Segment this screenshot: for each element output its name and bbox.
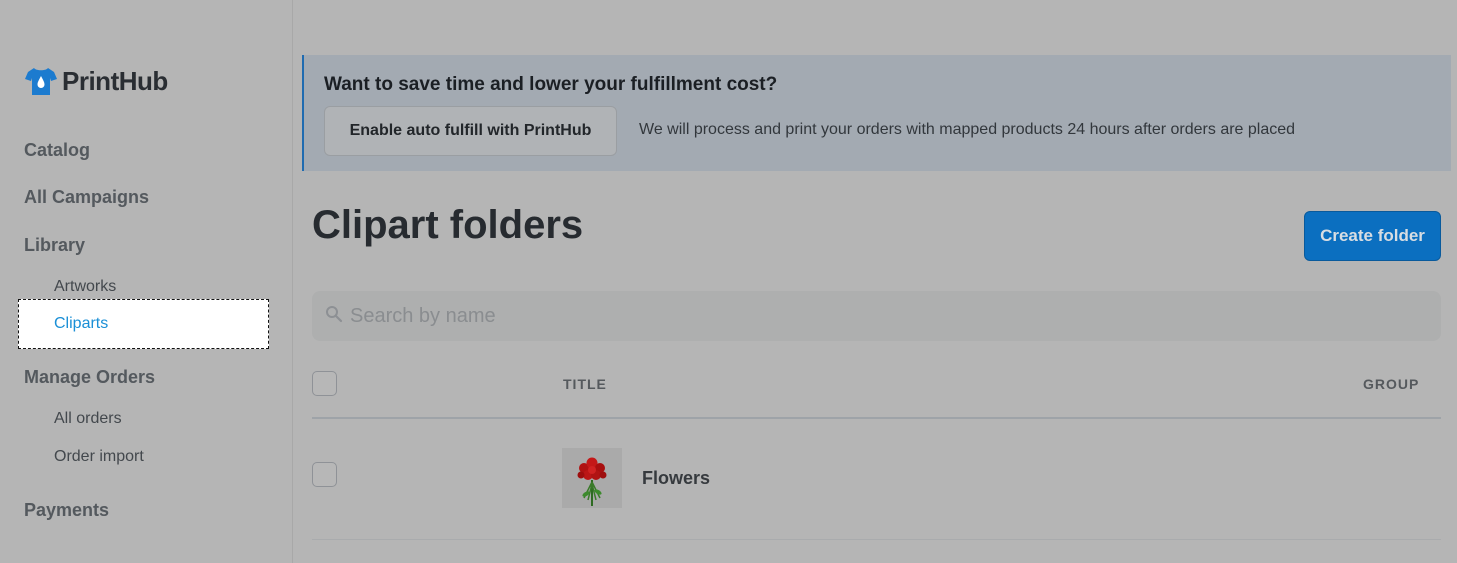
banner-title: Want to save time and lower your fulfill… <box>324 74 778 95</box>
search-bar <box>312 291 1441 341</box>
column-group-header[interactable]: GROUP <box>1363 376 1419 392</box>
nav-artworks[interactable]: Artworks <box>54 278 116 296</box>
nav-all-orders[interactable]: All orders <box>54 410 122 428</box>
banner-description: We will process and print your orders wi… <box>639 121 1296 138</box>
row-checkbox[interactable] <box>312 462 337 487</box>
rose-bouquet-icon <box>577 457 607 506</box>
create-folder-button[interactable]: Create folder <box>1304 211 1441 261</box>
row-divider <box>312 539 1441 540</box>
enable-auto-fulfill-button[interactable]: Enable auto fulfill with PrintHub <box>324 106 617 156</box>
brand-logo[interactable]: PrintHub <box>24 64 168 98</box>
column-title-header[interactable]: TITLE <box>563 376 607 392</box>
tshirt-logo-icon <box>25 68 57 95</box>
search-icon <box>326 306 343 323</box>
page-title: Clipart folders <box>312 203 584 247</box>
auto-fulfill-banner: Want to save time and lower your fulfill… <box>302 55 1451 171</box>
brand-name: PrintHub <box>62 65 168 96</box>
nav-library[interactable]: Library <box>24 235 85 256</box>
flowers-thumbnail[interactable] <box>562 448 622 508</box>
select-all-checkbox[interactable] <box>312 371 337 396</box>
row-title-flowers[interactable]: Flowers <box>642 468 710 489</box>
nav-catalog[interactable]: Catalog <box>24 140 90 161</box>
nav-all-campaigns[interactable]: All Campaigns <box>24 187 149 208</box>
sidebar: PrintHub Catalog All Campaigns Library A… <box>0 0 293 563</box>
table-header-divider <box>312 417 1441 419</box>
nav-order-import[interactable]: Order import <box>54 448 144 466</box>
search-input[interactable] <box>350 291 1430 341</box>
nav-cliparts-label: Cliparts <box>54 315 109 332</box>
nav-manage-orders[interactable]: Manage Orders <box>24 367 155 388</box>
nav-cliparts[interactable]: Cliparts <box>18 299 269 349</box>
nav-payments[interactable]: Payments <box>24 500 109 521</box>
